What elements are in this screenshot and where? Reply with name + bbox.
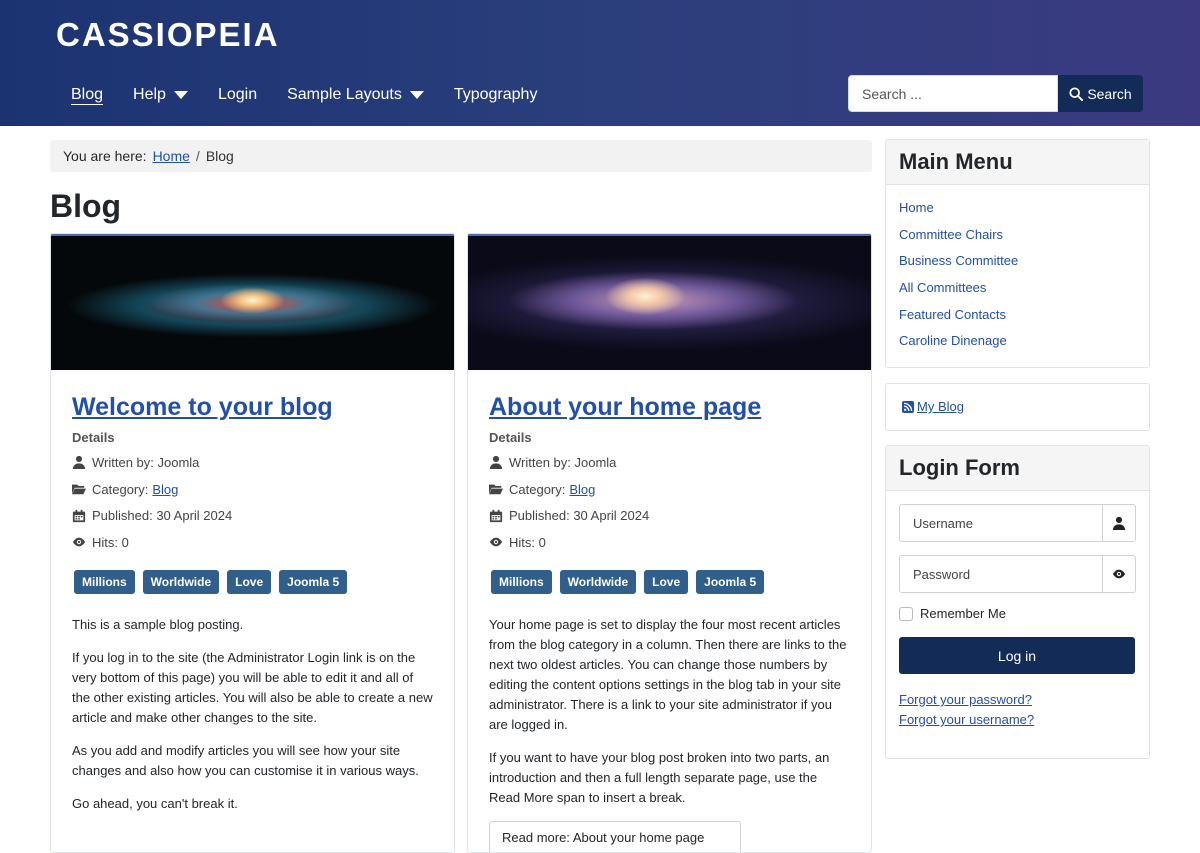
search-icon (1069, 86, 1084, 101)
eye-icon (1112, 569, 1126, 579)
user-icon (1112, 516, 1126, 530)
login-form-module: Login Form Remember Me Log in Forgot you… (885, 445, 1150, 759)
my-blog-feed-link[interactable]: My Blog (917, 399, 964, 414)
tag-list: Millions Worldwide Love Joomla 5 (74, 569, 433, 594)
caret-down-icon[interactable] (173, 91, 188, 99)
main-nav: Blog Help Login Sample Layouts Typograph… (71, 84, 567, 106)
article-paragraph: Your home page is set to display the fou… (489, 616, 847, 732)
search-form: Search (848, 75, 1143, 112)
main-menu-list: Home Committee Chairs Business Committee… (886, 185, 1149, 367)
galaxy-image (51, 234, 454, 370)
details-label: Details (72, 430, 115, 445)
search-input[interactable] (848, 75, 1058, 112)
tag-millions[interactable]: Millions (74, 569, 135, 594)
eye-icon (72, 538, 86, 547)
remember-me-checkbox[interactable] (899, 606, 913, 621)
article-paragraph: This is a sample blog posting. (72, 616, 244, 632)
main-menu-title: Main Menu (886, 140, 1149, 185)
password-input[interactable] (900, 556, 1102, 592)
rss-feed-icon (902, 400, 914, 413)
show-password-toggle[interactable] (1102, 556, 1135, 592)
tag-joomla-5[interactable]: Joomla 5 (696, 569, 765, 594)
meta-hits: Hits: 0 (72, 529, 433, 556)
breadcrumb-current: Blog (205, 148, 234, 164)
article-title-link[interactable]: Welcome to your blog (72, 392, 433, 422)
folder-open-icon (489, 484, 503, 495)
article-card: Welcome to your blog Details Written by:… (50, 233, 455, 853)
tag-list: Millions Worldwide Love Joomla 5 (491, 569, 850, 594)
login-button[interactable]: Log in (899, 637, 1135, 674)
login-form: Remember Me Log in Forgot your password?… (886, 491, 1149, 758)
site-brand[interactable]: CASSIOPEIA (56, 16, 280, 54)
nav-item-help[interactable]: Help (133, 84, 188, 106)
article-title-link[interactable]: About your home page (489, 392, 850, 422)
nav-item-login[interactable]: Login (218, 84, 257, 106)
forgot-username-link[interactable]: Forgot your username? (899, 710, 1136, 730)
nav-item-sample-layouts[interactable]: Sample Layouts (287, 84, 424, 106)
menu-item-caroline-dinenage[interactable]: Caroline Dinenage (899, 332, 1136, 359)
tag-love[interactable]: Love (227, 569, 272, 594)
tag-worldwide[interactable]: Worldwide (142, 569, 220, 594)
user-icon (489, 456, 503, 470)
calendar-icon (489, 509, 503, 522)
category-link[interactable]: Blog (569, 482, 595, 497)
meta-hits: Hits: 0 (489, 529, 850, 556)
eye-icon (489, 538, 503, 547)
menu-item-all-committees[interactable]: All Committees (899, 279, 1136, 306)
password-field-group (899, 555, 1136, 593)
search-button[interactable]: Search (1058, 75, 1143, 112)
article-paragraph: If you want to have your blog post broke… (489, 749, 830, 805)
breadcrumb-prefix: You are here: (63, 148, 147, 164)
article-paragraph: If you log in to the site (the Administr… (72, 649, 433, 725)
site-header: CASSIOPEIA Blog Help Login Sample Layout… (0, 0, 1200, 126)
folder-open-icon (72, 484, 86, 495)
meta-published: Published: 30 April 2024 (489, 502, 850, 529)
breadcrumb: You are here: Home / Blog (50, 140, 872, 172)
article-paragraph: Go ahead, you can't break it. (72, 795, 238, 811)
page-title: Blog (50, 188, 122, 224)
galaxy-image (468, 234, 871, 370)
category-link[interactable]: Blog (152, 482, 178, 497)
meta-author: Written by: Joomla (72, 449, 433, 476)
username-field-group (899, 504, 1136, 542)
tag-worldwide[interactable]: Worldwide (559, 569, 637, 594)
tag-millions[interactable]: Millions (491, 569, 552, 594)
tag-joomla-5[interactable]: Joomla 5 (279, 569, 348, 594)
menu-item-business-committee[interactable]: Business Committee (899, 252, 1136, 279)
tag-love[interactable]: Love (644, 569, 689, 594)
meta-author: Written by: Joomla (489, 449, 850, 476)
username-addon (1102, 505, 1135, 541)
nav-item-typography[interactable]: Typography (454, 84, 538, 106)
meta-category: Category: Blog (72, 476, 433, 503)
nav-item-blog[interactable]: Blog (71, 84, 104, 106)
user-icon (72, 456, 86, 470)
menu-item-committee-chairs[interactable]: Committee Chairs (899, 226, 1136, 253)
login-form-title: Login Form (886, 446, 1149, 491)
username-input[interactable] (900, 505, 1102, 541)
breadcrumb-separator: / (195, 148, 200, 164)
details-label: Details (489, 430, 532, 445)
caret-down-icon[interactable] (409, 91, 424, 99)
main-menu-module: Main Menu Home Committee Chairs Business… (885, 139, 1150, 369)
breadcrumb-home-link[interactable]: Home (153, 148, 190, 164)
meta-category: Category: Blog (489, 476, 850, 503)
menu-item-home[interactable]: Home (899, 199, 1136, 226)
meta-published: Published: 30 April 2024 (72, 502, 433, 529)
read-more-button[interactable]: Read more: About your home page (489, 820, 741, 852)
remember-me-label: Remember Me (920, 606, 1006, 621)
calendar-icon (72, 509, 86, 522)
article-card: About your home page Details Written by:… (467, 233, 872, 853)
menu-item-featured-contacts[interactable]: Featured Contacts (899, 306, 1136, 333)
forgot-password-link[interactable]: Forgot your password? (899, 690, 1136, 710)
article-paragraph: As you add and modify articles you will … (72, 742, 419, 778)
remember-me-row: Remember Me (899, 606, 1136, 621)
feed-module: My Blog (885, 383, 1150, 431)
